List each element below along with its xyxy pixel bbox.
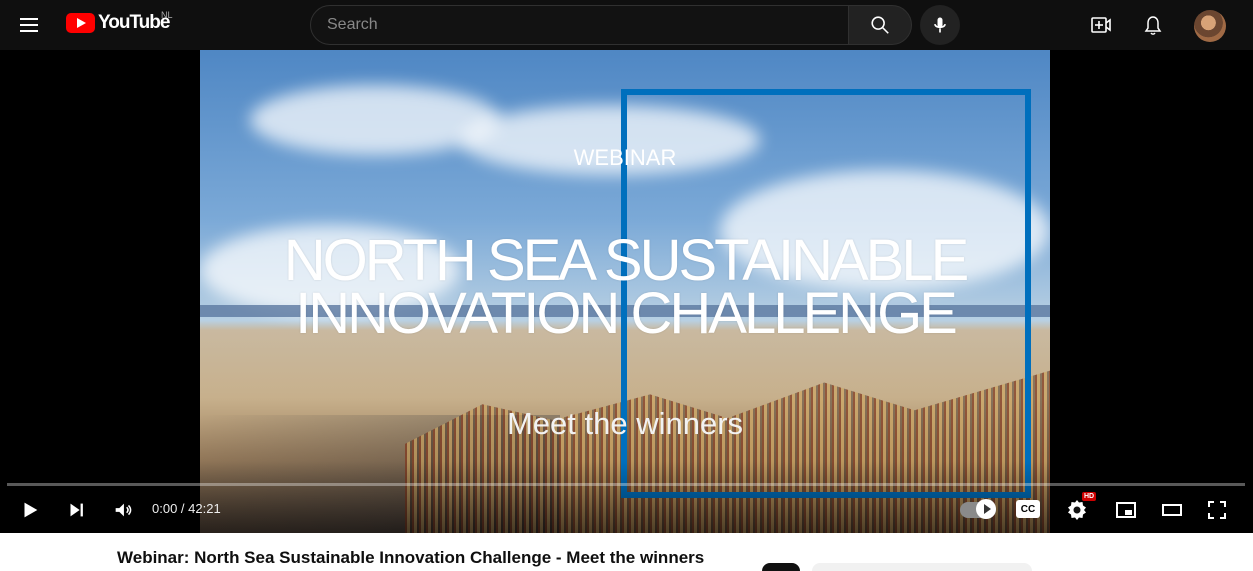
fullscreen-icon [1208,501,1226,519]
miniplayer-button[interactable] [1111,495,1141,525]
video-title: Webinar: North Sea Sustainable Innovatio… [117,548,705,567]
gear-icon [1068,500,1086,520]
slide-subtitle: Meet the winners [506,406,744,441]
logo-text: YouTube [98,12,170,33]
avatar[interactable] [1194,10,1226,42]
top-navigation-bar: YouTube NL [0,0,1253,50]
volume-icon [115,503,132,517]
autoplay-toggle[interactable] [960,499,996,519]
microphone-icon [934,17,946,33]
filter-chip[interactable] [812,563,1032,571]
theater-mode-button[interactable] [1157,495,1187,525]
next-icon [70,503,83,517]
video-player[interactable]: WEBINAR NORTH SEA SUSTAINABLE INNOVATION… [0,50,1253,533]
time-display: 0:00 / 42:21 [152,501,221,516]
play-icon [24,502,38,518]
voice-search-button[interactable] [920,5,960,45]
filter-chip-selected[interactable] [762,563,800,571]
youtube-logo[interactable]: YouTube NL [66,10,173,34]
progress-bar[interactable] [7,483,1245,486]
slide-title-line-1: NORTH SEA SUSTAINABLE [283,228,970,293]
search-box[interactable] [310,5,850,45]
slide-label: WEBINAR [573,145,677,170]
next-button[interactable] [61,495,91,525]
miniplayer-icon [1116,502,1136,518]
country-code: NL [161,10,173,20]
captions-button[interactable]: CC [1016,500,1040,518]
theater-icon [1162,504,1182,516]
fullscreen-button[interactable] [1202,495,1232,525]
menu-icon[interactable] [17,13,41,37]
play-button[interactable] [15,495,45,525]
youtube-play-logo-icon [66,13,95,33]
hd-badge: HD [1082,492,1097,501]
search-button[interactable] [848,5,912,45]
slide-title: NORTH SEA SUSTAINABLE INNOVATION CHALLEN… [200,228,1050,346]
bell-icon[interactable] [1141,13,1165,37]
search-icon [871,16,889,34]
create-video-icon[interactable] [1089,13,1113,37]
search-input[interactable] [327,6,849,44]
autoplay-knob [976,499,996,519]
slide-title-line-2: INNOVATION CHALLENGE [295,281,958,346]
volume-button[interactable] [108,495,138,525]
